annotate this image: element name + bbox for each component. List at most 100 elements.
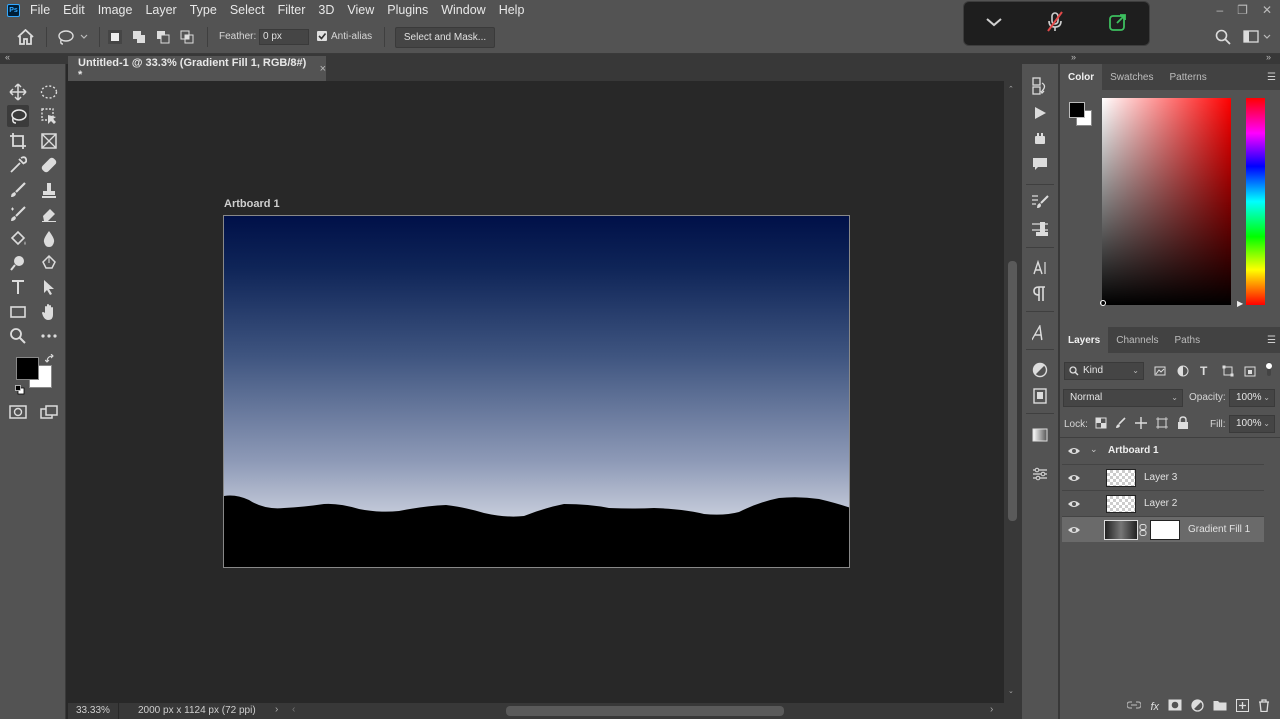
fx-icon[interactable]: fx (1150, 701, 1159, 713)
panel-foreground-swatch[interactable] (1069, 102, 1085, 118)
mask-link-icon[interactable] (1139, 524, 1147, 539)
delete-layer-icon[interactable] (1258, 698, 1270, 715)
menu-select[interactable]: Select (229, 3, 266, 17)
color-picker-cursor[interactable] (1100, 300, 1106, 306)
new-group-icon[interactable] (1213, 699, 1227, 714)
scroll-down-icon[interactable]: ⌄ (1008, 687, 1014, 695)
filter-toggle-icon[interactable] (1264, 362, 1274, 379)
menu-edit[interactable]: Edit (62, 3, 86, 17)
filter-shape-icon[interactable] (1222, 365, 1234, 380)
rectangle-tool-icon[interactable] (7, 301, 29, 323)
filter-pixel-icon[interactable] (1154, 365, 1166, 380)
lasso-tool-preset-icon[interactable] (57, 29, 89, 48)
zoom-tool-icon[interactable] (7, 325, 29, 347)
crop-tool-icon[interactable] (7, 130, 29, 152)
comments-panel-icon[interactable] (1030, 154, 1050, 174)
clone-source-icon[interactable] (1030, 219, 1050, 239)
canvas-area[interactable]: Artboard 1 (68, 81, 1004, 703)
menu-layer[interactable]: Layer (144, 3, 177, 17)
gradients-panel-icon[interactable] (1030, 425, 1050, 445)
layer-filter-dropdown[interactable]: Kind ⌄ (1064, 362, 1144, 380)
home-icon[interactable] (17, 28, 34, 48)
glyphs-panel-icon[interactable] (1030, 323, 1050, 343)
select-and-mask-button[interactable]: Select and Mask... (395, 27, 495, 48)
eye-icon[interactable] (1068, 445, 1080, 457)
pen-tool-icon[interactable] (38, 252, 60, 274)
swap-colors-icon[interactable] (44, 353, 55, 367)
chevron-down-icon[interactable] (985, 16, 1003, 31)
layer-row-artboard[interactable]: ⌄ Artboard 1 (1062, 438, 1264, 464)
frame-tool-icon[interactable] (38, 130, 60, 152)
object-selection-tool-icon[interactable] (38, 105, 60, 127)
tab-patterns[interactable]: Patterns (1161, 64, 1214, 90)
zoom-level[interactable]: 33.33% (76, 705, 110, 716)
layer-mask-thumbnail[interactable] (1150, 520, 1180, 540)
vertical-scroll-thumb[interactable] (1008, 261, 1017, 521)
eye-icon[interactable] (1068, 524, 1080, 536)
layers-panel-menu-icon[interactable]: ☰ (1267, 335, 1276, 346)
actions-play-icon[interactable] (1030, 103, 1050, 123)
tab-paths[interactable]: Paths (1167, 327, 1209, 353)
collapse-right-icon[interactable]: » (1266, 52, 1271, 62)
path-selection-tool-icon[interactable] (38, 276, 60, 298)
share-screen-icon[interactable] (1108, 12, 1128, 35)
history-brush-tool-icon[interactable] (7, 203, 29, 225)
search-icon[interactable] (1215, 29, 1231, 48)
artboard-label[interactable]: Artboard 1 (224, 198, 280, 210)
menu-plugins[interactable]: Plugins (386, 3, 429, 17)
tab-channels[interactable]: Channels (1108, 327, 1166, 353)
dodge-tool-icon[interactable] (7, 252, 29, 274)
antialias-checkbox[interactable] (317, 31, 327, 41)
opacity-field[interactable]: 100% ⌄ (1229, 389, 1275, 407)
tab-layers[interactable]: Layers (1060, 327, 1109, 353)
close-tab-icon[interactable]: × (320, 63, 326, 75)
eyedropper-tool-icon[interactable] (7, 154, 29, 176)
history-panel-icon[interactable] (1030, 76, 1050, 96)
lasso-tool-icon[interactable] (7, 105, 29, 127)
lock-pixels-icon[interactable] (1115, 417, 1127, 432)
scroll-right-icon[interactable]: › (990, 704, 993, 715)
eye-icon[interactable] (1068, 472, 1080, 484)
plugins-panel-icon[interactable] (1030, 128, 1050, 148)
menu-window[interactable]: Window (440, 3, 486, 17)
marquee-tool-icon[interactable] (38, 81, 60, 103)
layer-row-layer3[interactable]: Layer 3 (1062, 464, 1264, 490)
collapse-left-icon[interactable]: « (5, 52, 10, 62)
menu-type[interactable]: Type (189, 3, 218, 17)
filter-adjustment-icon[interactable] (1177, 365, 1189, 380)
menu-help[interactable]: Help (498, 3, 526, 17)
lock-all-icon[interactable] (1177, 416, 1189, 432)
eye-icon[interactable] (1068, 498, 1080, 510)
hue-slider-handle-icon[interactable]: ▶ (1237, 299, 1243, 308)
subtract-from-selection-icon[interactable] (156, 30, 170, 44)
link-layers-icon[interactable] (1126, 699, 1143, 714)
menu-3d[interactable]: 3D (317, 3, 335, 17)
default-colors-icon[interactable] (15, 385, 25, 398)
add-mask-icon[interactable] (1168, 699, 1182, 714)
properties-panel-icon[interactable] (1030, 464, 1050, 484)
artboard[interactable] (223, 215, 850, 568)
layer-row-gradient-fill[interactable]: Gradient Fill 1 (1062, 516, 1264, 542)
new-selection-icon[interactable] (108, 30, 122, 44)
scroll-left-icon[interactable]: ‹ (292, 704, 295, 715)
intersect-selection-icon[interactable] (180, 30, 194, 44)
brush-settings-icon[interactable] (1030, 192, 1050, 212)
minimize-button[interactable]: – (1216, 3, 1223, 17)
paint-bucket-tool-icon[interactable] (7, 228, 29, 250)
quick-mask-icon[interactable] (7, 401, 29, 423)
workspace-icon[interactable] (1243, 30, 1273, 47)
tab-swatches[interactable]: Swatches (1102, 64, 1161, 90)
restore-button[interactable]: ❐ (1237, 3, 1248, 17)
status-menu-arrow-icon[interactable]: › (275, 704, 278, 715)
close-window-button[interactable]: ✕ (1262, 3, 1272, 17)
lock-position-icon[interactable] (1135, 417, 1147, 432)
layer-row-layer2[interactable]: Layer 2 (1062, 490, 1264, 516)
collapse-mid-icon[interactable]: » (1071, 52, 1076, 62)
hue-slider[interactable] (1246, 98, 1265, 305)
character-panel-icon[interactable] (1030, 258, 1050, 278)
new-layer-icon[interactable] (1236, 698, 1249, 715)
brush-tool-icon[interactable] (7, 179, 29, 201)
adjustments-panel-icon[interactable] (1030, 360, 1050, 380)
blend-mode-dropdown[interactable]: Normal ⌄ (1063, 389, 1183, 407)
color-picker-field[interactable] (1102, 98, 1231, 305)
